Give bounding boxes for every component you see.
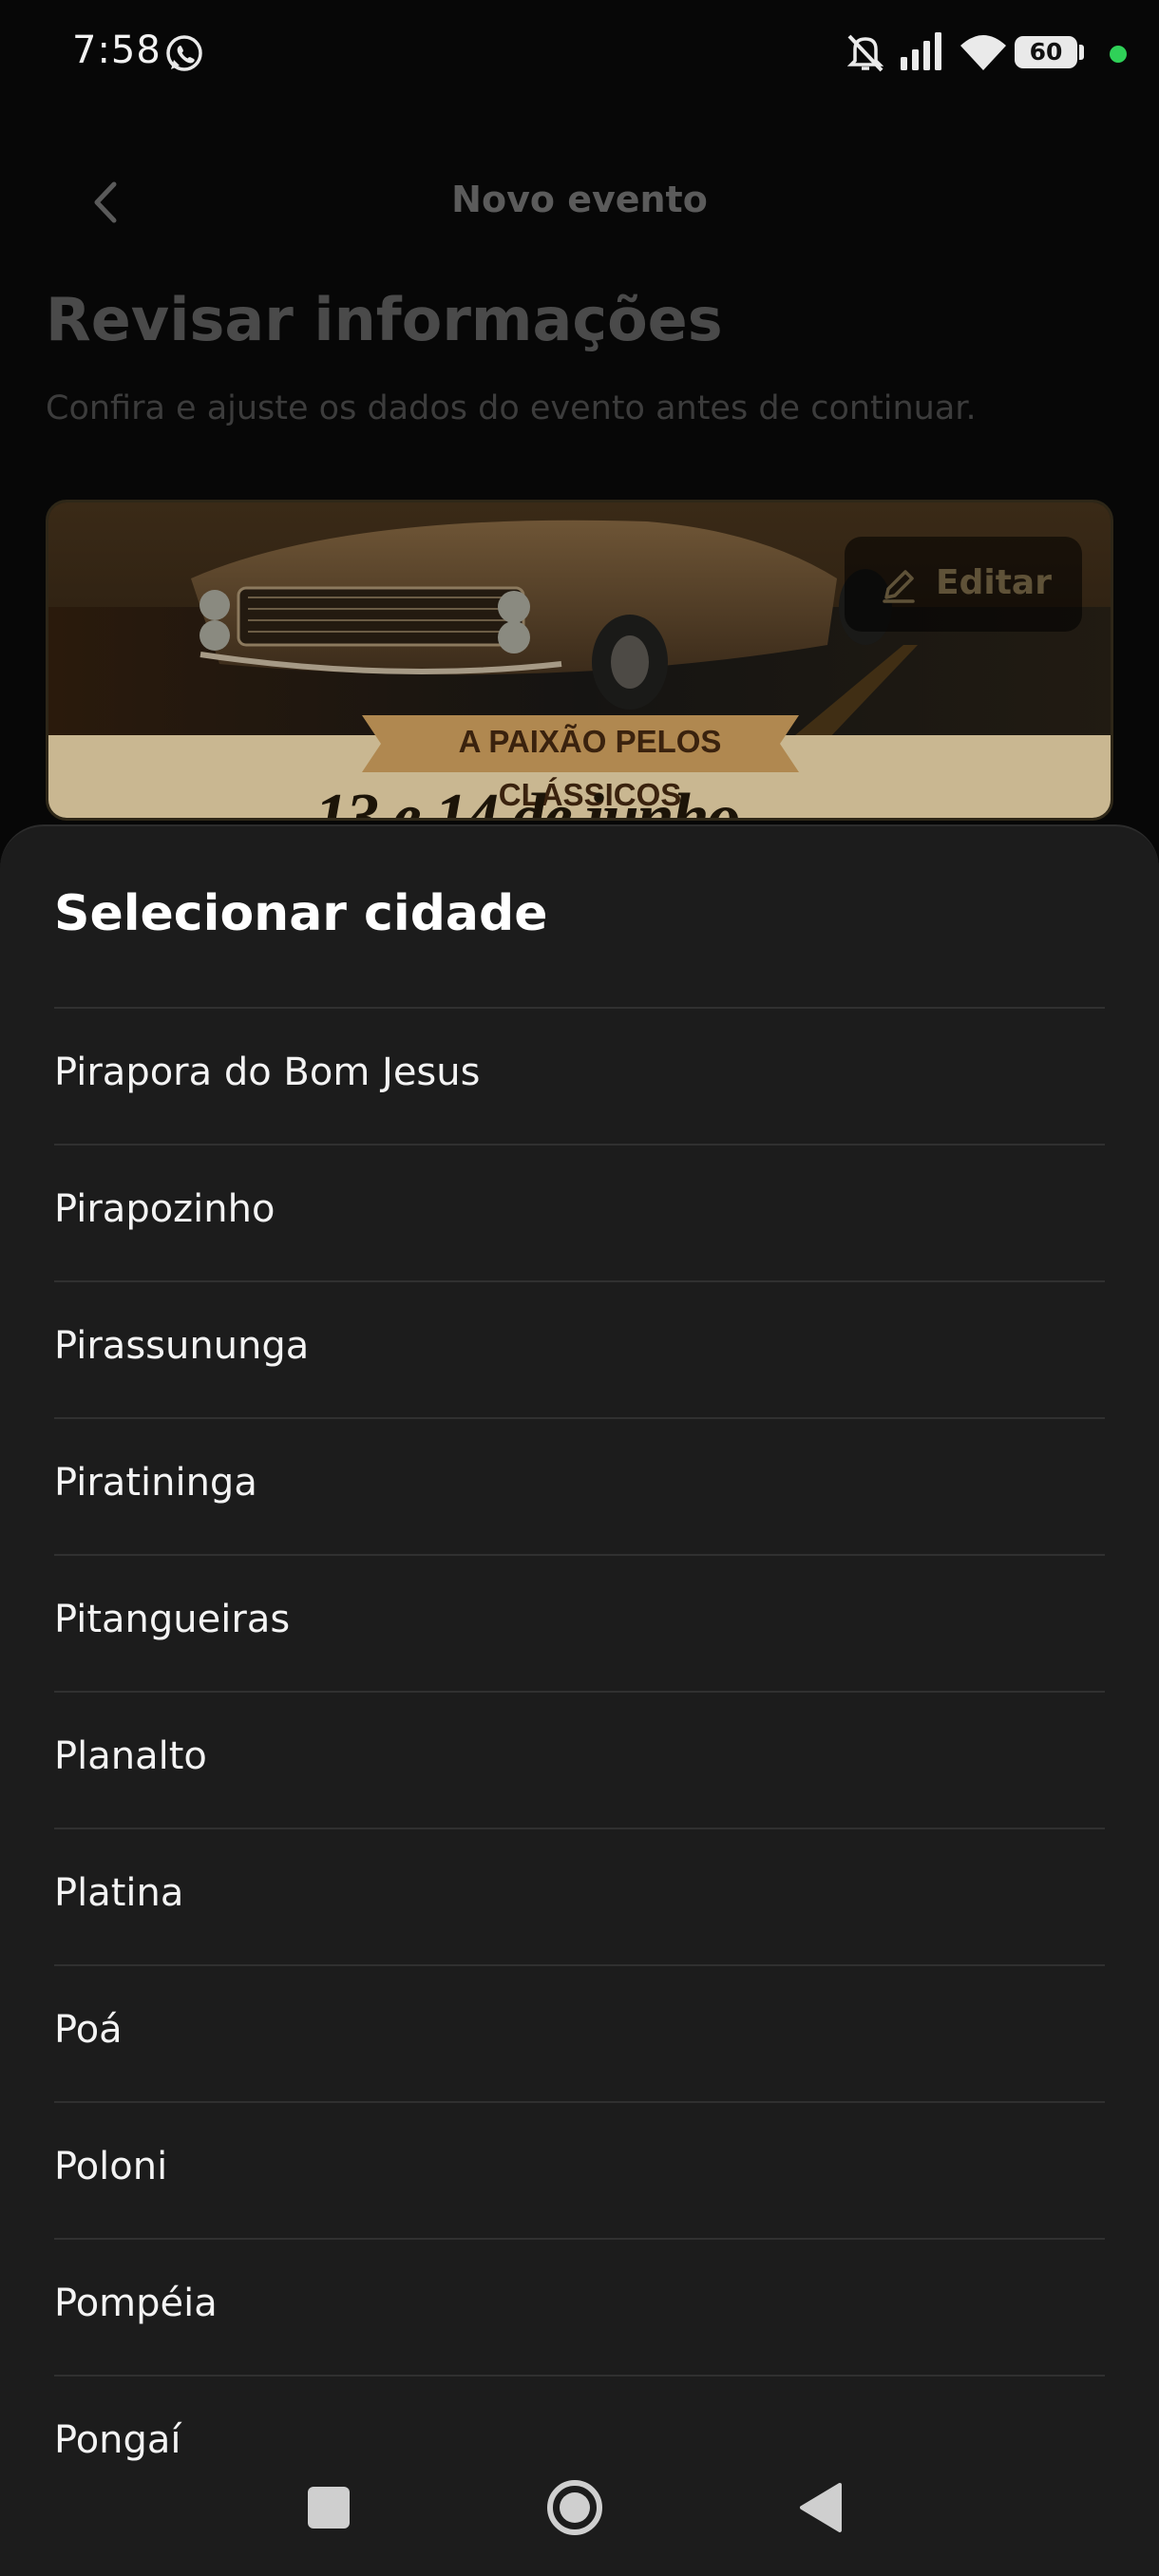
city-option[interactable]: Pirapora do Bom Jesus <box>54 1007 1105 1144</box>
city-option[interactable]: Poá <box>54 1964 1105 2101</box>
status-time: 7:58 <box>72 28 162 72</box>
city-option[interactable]: Poloni <box>54 2101 1105 2238</box>
city-label: Pitangueiras <box>54 1598 291 1641</box>
home-icon[interactable] <box>545 2478 604 2537</box>
banner-tagline: A PAIXÃO PELOS CLÁSSICOS <box>458 724 722 812</box>
city-label: Pompéia <box>54 2282 218 2325</box>
city-label: Pirassununga <box>54 1324 310 1368</box>
page-subtitle: Confira e ajuste os dados do evento ante… <box>46 389 977 427</box>
edit-banner-button[interactable]: Editar <box>845 537 1082 632</box>
battery-tip <box>1079 45 1084 60</box>
city-label: Planalto <box>54 1734 207 1778</box>
city-label: Poloni <box>54 2145 168 2188</box>
whatsapp-icon <box>166 35 202 71</box>
city-option[interactable]: Planalto <box>54 1691 1105 1828</box>
edit-label: Editar <box>936 563 1052 602</box>
city-label: Pirapozinho <box>54 1187 276 1231</box>
city-picker-sheet: Selecionar cidade Pirapora do Bom Jesus … <box>0 824 1159 2576</box>
city-label: Poá <box>54 2008 123 2052</box>
banner-date: 13 e 14 de junho <box>314 781 740 821</box>
city-label: Pirapora do Bom Jesus <box>54 1051 481 1094</box>
page-heading: Revisar informações <box>46 285 723 354</box>
system-nav-bar <box>0 2456 1159 2576</box>
city-option[interactable]: Pirassununga <box>54 1280 1105 1417</box>
wifi-icon <box>960 35 1007 70</box>
city-option[interactable]: Piratininga <box>54 1417 1105 1554</box>
city-option[interactable]: Pitangueiras <box>54 1554 1105 1691</box>
sheet-title: Selecionar cidade <box>54 885 548 942</box>
city-list: Pirapora do Bom Jesus Pirapozinho Pirass… <box>54 1007 1105 2511</box>
recents-icon[interactable] <box>308 2487 350 2529</box>
header-title: Novo evento <box>451 179 708 220</box>
city-option[interactable]: Pirapozinho <box>54 1144 1105 1280</box>
city-label: Piratininga <box>54 1461 257 1505</box>
privacy-dot <box>1110 46 1127 63</box>
battery-indicator: 60 <box>1015 36 1077 68</box>
city-option[interactable]: Platina <box>54 1828 1105 1964</box>
city-option[interactable]: Pompéia <box>54 2238 1105 2375</box>
event-banner: A PAIXÃO PELOS CLÁSSICOS 13 e 14 de junh… <box>46 500 1113 821</box>
pencil-icon <box>883 570 915 603</box>
back-triangle-icon[interactable] <box>798 2481 844 2534</box>
status-bar: 7:58 60 <box>0 0 1159 106</box>
city-label: Platina <box>54 1871 184 1915</box>
signal-icon <box>901 32 941 70</box>
bell-off-icon <box>846 34 884 72</box>
